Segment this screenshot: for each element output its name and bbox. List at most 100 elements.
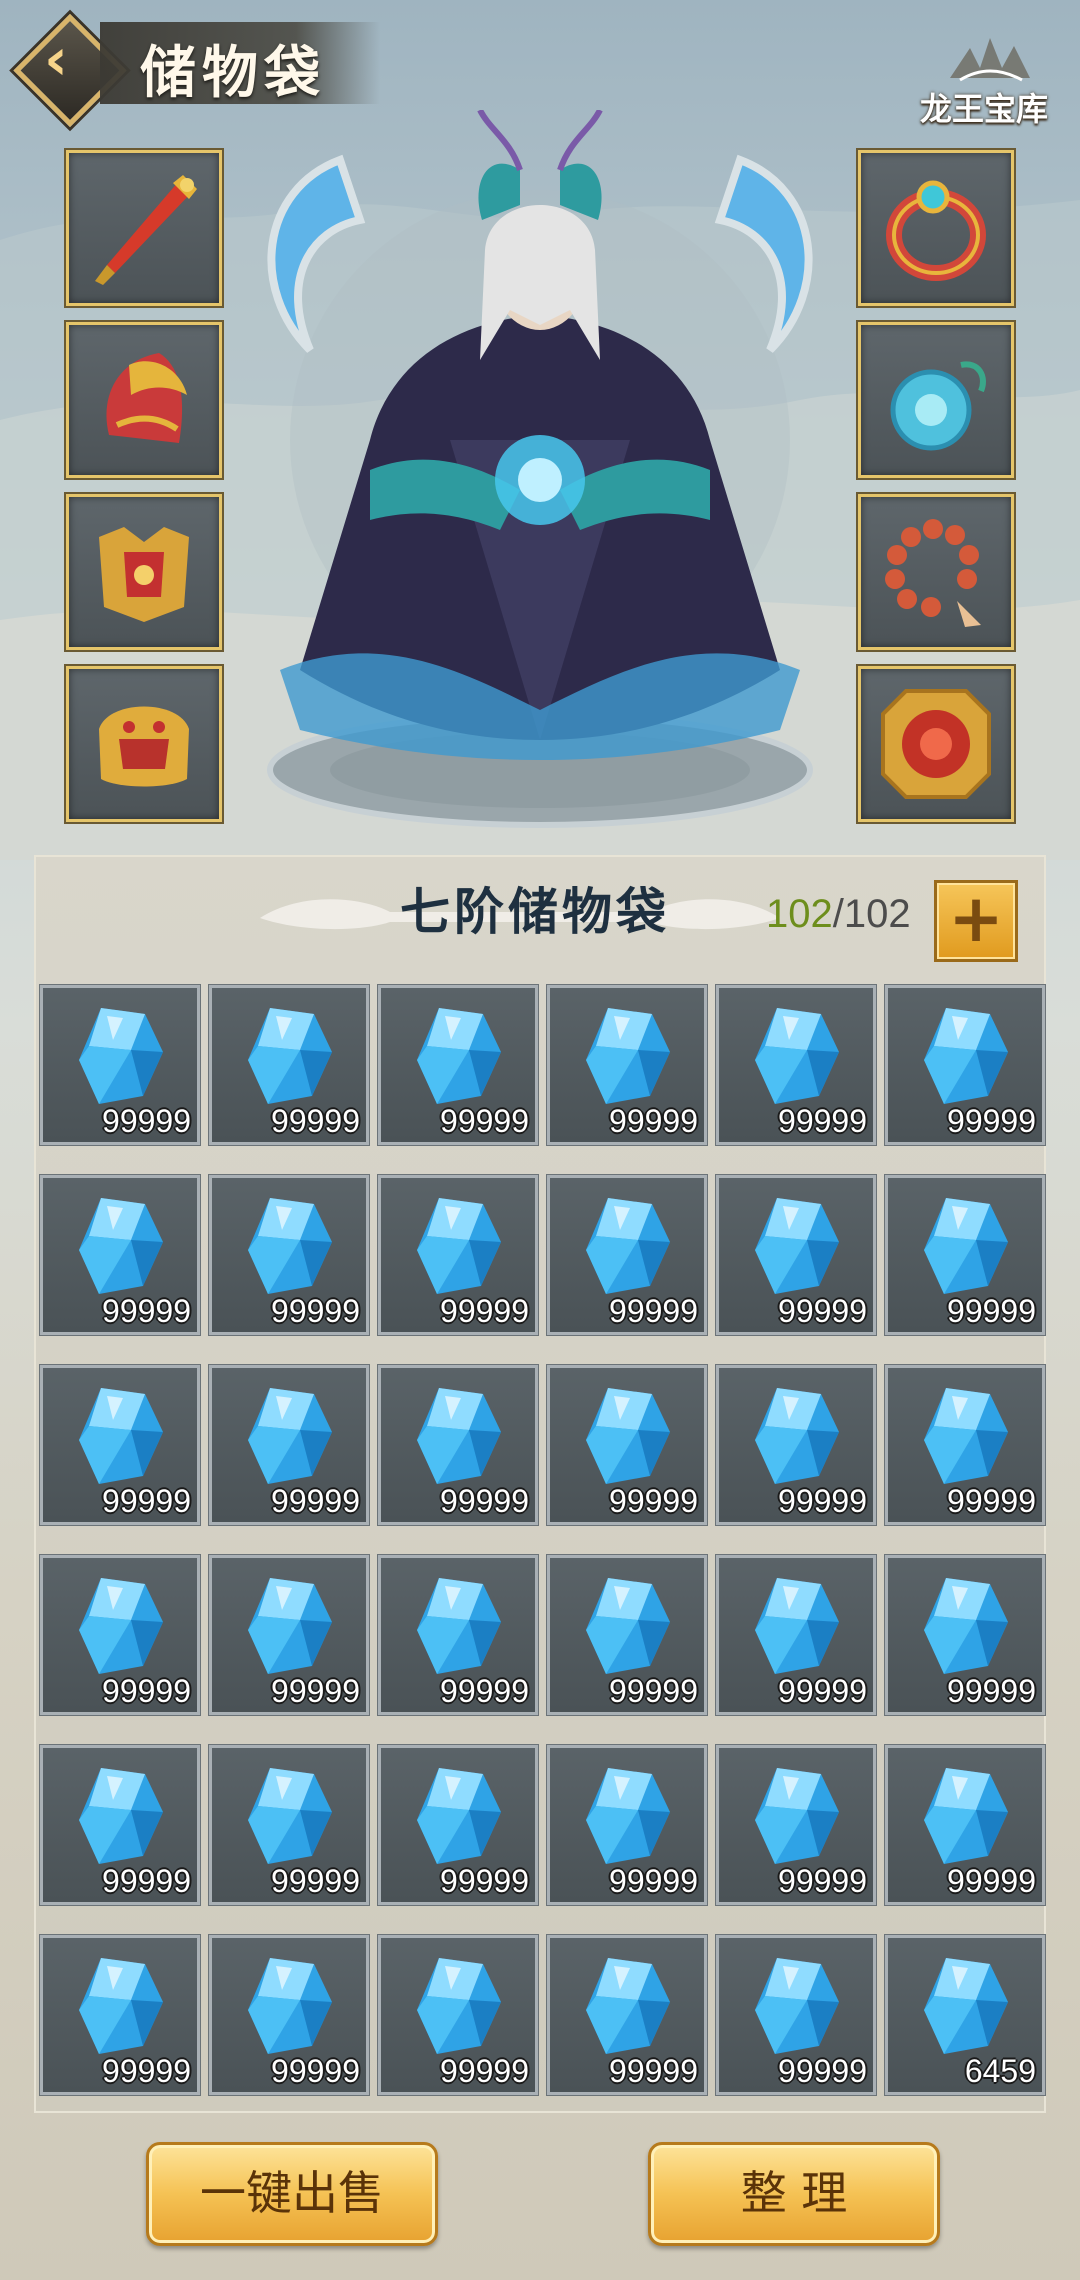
crystal-icon: [924, 1768, 1008, 1864]
crystal-icon: [755, 1578, 839, 1674]
crystal-icon: [248, 1768, 332, 1864]
armor-icon: [99, 527, 189, 622]
beads-icon: [885, 519, 981, 627]
bag-slot[interactable]: 99999: [716, 1555, 876, 1715]
bag-slot[interactable]: 99999: [209, 1745, 369, 1905]
item-count: 99999: [102, 1483, 191, 1519]
crystal-icon: [586, 1198, 670, 1294]
bag-slot[interactable]: 99999: [547, 1935, 707, 2095]
crystal-icon: [924, 1198, 1008, 1294]
item-count: 99999: [102, 2053, 191, 2089]
bag-slot[interactable]: 99999: [716, 1745, 876, 1905]
crystal-icon: [586, 1578, 670, 1674]
character-figure: [267, 110, 813, 828]
bag-slot[interactable]: 99999: [378, 1365, 538, 1525]
bag-slot[interactable]: 99999: [209, 1365, 369, 1525]
item-count: 6459: [964, 2053, 1036, 2089]
item-count: 99999: [609, 1103, 698, 1139]
item-count: 99999: [947, 1293, 1036, 1329]
crystal-icon: [586, 1768, 670, 1864]
item-count: 99999: [778, 2053, 867, 2089]
bag-slot[interactable]: 99999: [716, 1365, 876, 1525]
sort-label: 整 理: [740, 2166, 848, 2220]
bag-slot[interactable]: 99999: [716, 985, 876, 1145]
capacity-total: 102: [843, 892, 911, 936]
bag-slot[interactable]: 99999: [716, 1935, 876, 2095]
bag-slot[interactable]: 99999: [378, 1935, 538, 2095]
pendant-icon: [890, 361, 986, 451]
bag-slot[interactable]: 99999: [885, 1745, 1045, 1905]
bag-capacity: 102/102: [766, 892, 911, 937]
crystal-icon: [417, 1958, 501, 2054]
bag-title: 七阶储物袋: [400, 882, 670, 941]
sort-button[interactable]: 整 理: [648, 2142, 940, 2246]
equip-slot-talisman[interactable]: [858, 666, 1014, 822]
event-logo-label[interactable]: 龙王宝库: [920, 84, 1048, 130]
crystal-icon: [586, 1388, 670, 1484]
item-count: 99999: [609, 1863, 698, 1899]
item-count: 99999: [102, 1673, 191, 1709]
item-count: 99999: [947, 1483, 1036, 1519]
equip-slot-sword[interactable]: [66, 150, 222, 306]
item-count: 99999: [778, 1293, 867, 1329]
crystal-icon: [79, 1198, 163, 1294]
bag-slot[interactable]: 99999: [716, 1175, 876, 1335]
item-count: 99999: [271, 1103, 360, 1139]
item-count: 99999: [271, 1293, 360, 1329]
bag-slot[interactable]: 99999: [378, 1555, 538, 1715]
item-count: 99999: [778, 1483, 867, 1519]
helmet-icon: [106, 353, 187, 443]
crystal-icon: [79, 1958, 163, 2054]
equip-slot-helmet[interactable]: [66, 322, 222, 478]
bag-slot[interactable]: 99999: [209, 1175, 369, 1335]
equip-slot-boots[interactable]: [66, 666, 222, 822]
item-count: 99999: [440, 1103, 529, 1139]
item-count: 99999: [947, 1863, 1036, 1899]
item-count: 99999: [102, 1103, 191, 1139]
equip-slot-pendant[interactable]: [858, 322, 1014, 478]
sell-all-button[interactable]: 一键出售: [146, 2142, 438, 2246]
bag-slot[interactable]: 99999: [40, 1745, 200, 1905]
crystal-icon: [417, 1388, 501, 1484]
crystal-icon: [417, 1008, 501, 1104]
bag-slot[interactable]: 99999: [40, 1555, 200, 1715]
bag-slot[interactable]: 99999: [885, 1175, 1045, 1335]
bag-slot[interactable]: 99999: [547, 985, 707, 1145]
bag-slot[interactable]: 99999: [885, 1365, 1045, 1525]
bag-slot[interactable]: 99999: [378, 1745, 538, 1905]
crystal-icon: [248, 1388, 332, 1484]
bag-slot[interactable]: 99999: [885, 985, 1045, 1145]
item-count: 99999: [440, 1863, 529, 1899]
crystal-icon: [924, 1578, 1008, 1674]
bag-slot[interactable]: 99999: [378, 1175, 538, 1335]
bag-slot[interactable]: 99999: [378, 985, 538, 1145]
crystal-icon: [755, 1198, 839, 1294]
bag-slot[interactable]: 99999: [547, 1745, 707, 1905]
crystal-icon: [79, 1388, 163, 1484]
equip-slot-ring[interactable]: [858, 150, 1014, 306]
bag-slot[interactable]: 99999: [40, 1365, 200, 1525]
crystal-icon: [248, 1958, 332, 2054]
crystal-icon: [417, 1578, 501, 1674]
bag-slot[interactable]: 99999: [209, 985, 369, 1145]
talisman-icon: [881, 689, 991, 799]
capacity-used: 102: [766, 892, 833, 936]
equip-slot-armor[interactable]: [66, 494, 222, 650]
bag-slot[interactable]: 99999: [547, 1365, 707, 1525]
crystal-icon: [417, 1768, 501, 1864]
bag-slot[interactable]: 99999: [885, 1555, 1045, 1715]
sword-icon: [95, 175, 197, 285]
crystal-icon: [79, 1768, 163, 1864]
item-count: 99999: [271, 1673, 360, 1709]
bag-slot[interactable]: 99999: [40, 985, 200, 1145]
bag-slot[interactable]: 99999: [40, 1175, 200, 1335]
bag-slot[interactable]: 99999: [209, 1555, 369, 1715]
bag-slot[interactable]: 99999: [209, 1935, 369, 2095]
bag-slot[interactable]: 99999: [40, 1935, 200, 2095]
bag-slot[interactable]: 99999: [547, 1175, 707, 1335]
equip-slot-beads[interactable]: [858, 494, 1014, 650]
crystal-icon: [586, 1008, 670, 1104]
bag-slot[interactable]: 6459: [885, 1935, 1045, 2095]
expand-bag-button[interactable]: +: [934, 880, 1018, 962]
bag-slot[interactable]: 99999: [547, 1555, 707, 1715]
